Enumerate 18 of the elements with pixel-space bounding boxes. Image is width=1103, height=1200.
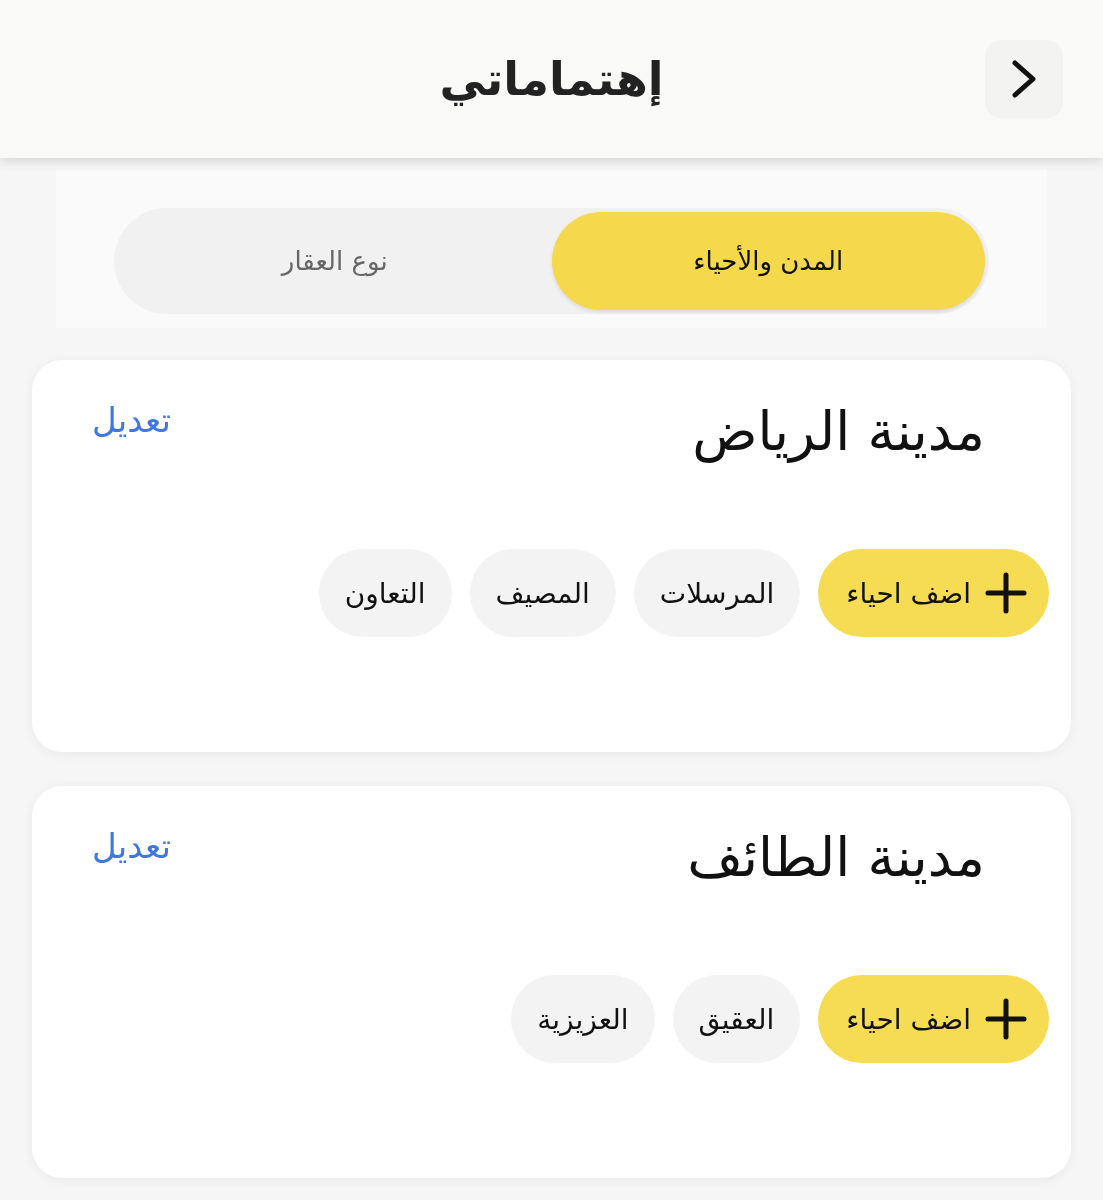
city-name: مدينة الرياض (692, 400, 985, 463)
district-chip[interactable]: التعاون (318, 549, 452, 637)
edit-link[interactable]: تعديل (92, 826, 171, 866)
plus-icon (985, 572, 1027, 614)
page-title: إهتماماتي (439, 52, 664, 106)
district-chip[interactable]: المصيف (469, 549, 616, 637)
district-chip[interactable]: المرسلات (633, 549, 801, 637)
add-districts-button[interactable]: اضف احياء (818, 975, 1049, 1063)
district-chip[interactable]: العقيق (672, 975, 801, 1063)
add-districts-button[interactable]: اضف احياء (818, 549, 1049, 637)
district-chip[interactable]: العزيزية (511, 975, 655, 1063)
segment-tab[interactable]: نوع العقار (118, 212, 552, 310)
chevron-icon (1009, 59, 1039, 99)
back-button[interactable] (985, 40, 1063, 118)
edit-link[interactable]: تعديل (92, 400, 171, 440)
city-name: مدينة الطائف (687, 826, 985, 889)
plus-icon (985, 998, 1027, 1040)
segment-tab[interactable]: المدن والأحياء (551, 212, 985, 310)
